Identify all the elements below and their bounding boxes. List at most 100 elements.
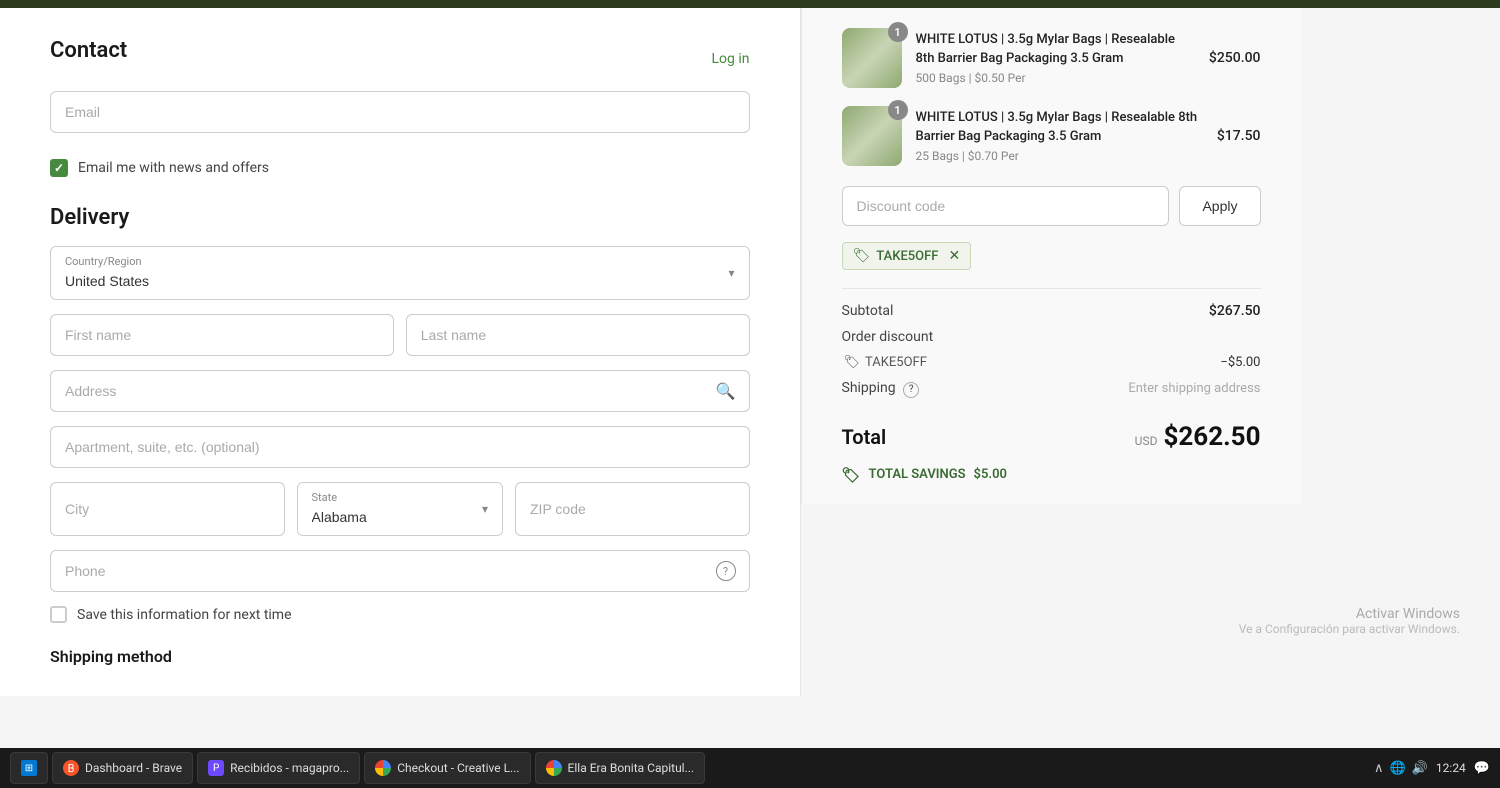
taskbar-item-ella[interactable]: Ella Era Bonita Capitul... — [535, 752, 706, 784]
discount-code-detail: TAKE5OFF — [865, 355, 927, 370]
total-value-wrapper: USD $262.50 — [1135, 422, 1261, 452]
first-name-input[interactable] — [50, 314, 394, 356]
name-row — [50, 314, 750, 356]
taskbar-notification-icon[interactable]: 💬 — [1474, 761, 1490, 776]
state-label: State — [312, 491, 338, 504]
savings-value: $5.00 — [974, 467, 1007, 482]
taskbar-item-recibidos[interactable]: P Recibidos - magapro... — [197, 752, 360, 784]
top-banner — [0, 0, 1500, 8]
last-name-input[interactable] — [406, 314, 750, 356]
discount-code-row: Apply — [842, 186, 1261, 226]
taskbar-arrow-icon[interactable]: ∧ — [1374, 761, 1384, 776]
activate-windows-notice: Activar Windows Ve a Configuración para … — [1239, 606, 1460, 636]
product-price-1: $250.00 — [1209, 50, 1261, 66]
product-info-1: WHITE LOTUS | 3.5g Mylar Bags | Resealab… — [916, 31, 1195, 84]
country-label: Country/Region — [65, 255, 142, 268]
taskbar-item-recibidos-label: Recibidos - magapro... — [230, 761, 349, 775]
product-price-2: $17.50 — [1217, 128, 1261, 144]
save-info-row: Save this information for next time — [50, 606, 750, 623]
taskbar-speaker-icon[interactable]: 🔊 — [1412, 761, 1428, 776]
product-badge-2: 1 — [888, 100, 908, 120]
product-info-2: WHITE LOTUS | 3.5g Mylar Bags | Resealab… — [916, 109, 1203, 162]
apply-discount-button[interactable]: Apply — [1179, 186, 1260, 226]
activate-windows-subtitle: Ve a Configuración para activar Windows. — [1239, 622, 1460, 636]
taskbar-item-dashboard-label: Dashboard - Brave — [85, 761, 182, 775]
discount-detail-icon: 🏷 — [844, 355, 861, 370]
discount-detail-value: −$5.00 — [1220, 355, 1260, 370]
main-content: Contact Log in Email me with news and of… — [0, 8, 1500, 696]
save-info-label: Save this information for next time — [77, 607, 292, 623]
shipping-method-section: Shipping method — [50, 647, 750, 666]
product-image-wrapper-1: 1 — [842, 28, 902, 88]
product-item-1: 1 WHITE LOTUS | 3.5g Mylar Bags | Reseal… — [842, 28, 1261, 88]
taskbar-item-dashboard[interactable]: B Dashboard - Brave — [52, 752, 193, 784]
discount-code-input[interactable] — [842, 186, 1170, 226]
phone-help-icon[interactable]: ? — [716, 561, 736, 581]
remove-discount-button[interactable]: ✕ — [948, 248, 960, 264]
email-newsletter-checkbox[interactable] — [50, 159, 68, 177]
left-panel: Contact Log in Email me with news and of… — [0, 8, 801, 696]
subtotal-label: Subtotal — [842, 303, 894, 319]
taskbar-left: ⊞ B Dashboard - Brave P Recibidos - maga… — [10, 752, 705, 784]
windows-start-icon: ⊞ — [21, 760, 37, 776]
chrome-checkout-icon — [375, 760, 391, 776]
active-discount-tag: 🏷 TAKE5OFF ✕ — [842, 242, 972, 270]
address-wrapper: 🔍 — [50, 370, 750, 412]
taskbar: ⊞ B Dashboard - Brave P Recibidos - maga… — [0, 748, 1500, 788]
log-in-link[interactable]: Log in — [712, 51, 750, 67]
order-discount-row: Order discount — [842, 329, 1261, 345]
taskbar-sys-icons: ∧ 🌐 🔊 — [1374, 761, 1428, 776]
taskbar-start-button[interactable]: ⊞ — [10, 752, 48, 784]
total-label: Total — [842, 425, 887, 449]
taskbar-network-icon[interactable]: 🌐 — [1390, 761, 1406, 776]
shipping-label: Shipping ? — [842, 380, 920, 398]
order-summary-totals: Subtotal $267.50 Order discount 🏷 TAKE5O… — [842, 288, 1261, 484]
taskbar-right: ∧ 🌐 🔊 12:24 💬 — [1374, 761, 1490, 776]
city-input[interactable] — [50, 482, 285, 536]
total-value: $262.50 — [1163, 422, 1260, 452]
zip-input[interactable] — [515, 482, 750, 536]
email-input[interactable] — [50, 91, 750, 133]
product-item-2: 1 WHITE LOTUS | 3.5g Mylar Bags | Reseal… — [842, 106, 1261, 166]
save-info-checkbox[interactable] — [50, 606, 67, 623]
subtotal-value: $267.50 — [1209, 303, 1261, 319]
email-newsletter-row: Email me with news and offers — [50, 159, 750, 177]
tag-icon: 🏷 — [853, 248, 871, 264]
country-select[interactable]: United States — [51, 247, 749, 299]
right-panel-wrapper: 1 WHITE LOTUS | 3.5g Mylar Bags | Reseal… — [801, 8, 1500, 696]
product-image-wrapper-2: 1 — [842, 106, 902, 166]
activate-windows-title: Activar Windows — [1239, 606, 1460, 622]
product-name-2: WHITE LOTUS | 3.5g Mylar Bags | Resealab… — [916, 109, 1203, 145]
discount-code-detail-row: 🏷 TAKE5OFF −$5.00 — [842, 355, 1261, 370]
address-input[interactable] — [50, 370, 750, 412]
order-summary-panel: 1 WHITE LOTUS | 3.5g Mylar Bags | Reseal… — [801, 8, 1301, 504]
chrome-ella-icon — [546, 760, 562, 776]
proton-icon: P — [208, 760, 224, 776]
total-row: Total USD $262.50 — [842, 412, 1261, 452]
shipping-method-title: Shipping method — [50, 647, 750, 666]
subtotal-row: Subtotal $267.50 — [842, 303, 1261, 319]
savings-icon: 🏷 — [842, 466, 861, 484]
shipping-row: Shipping ? Enter shipping address — [842, 380, 1261, 398]
taskbar-item-checkout[interactable]: Checkout - Creative L... — [364, 752, 530, 784]
taskbar-item-checkout-label: Checkout - Creative L... — [397, 761, 519, 775]
discount-tag-label: TAKE5OFF — [876, 249, 938, 264]
state-select-wrapper[interactable]: State Alabama ▾ — [297, 482, 504, 536]
savings-label: TOTAL SAVINGS — [869, 467, 966, 482]
country-select-wrapper[interactable]: Country/Region United States ▾ — [50, 246, 750, 300]
order-discount-label: Order discount — [842, 329, 934, 345]
phone-input[interactable] — [50, 550, 750, 592]
contact-section-header: Contact Log in — [50, 38, 750, 79]
savings-row: 🏷 TOTAL SAVINGS $5.00 — [842, 466, 1261, 484]
product-name-1: WHITE LOTUS | 3.5g Mylar Bags | Resealab… — [916, 31, 1195, 67]
delivery-title: Delivery — [50, 205, 750, 230]
taskbar-time: 12:24 — [1436, 761, 1466, 775]
email-newsletter-label: Email me with news and offers — [78, 160, 269, 176]
shipping-info-icon[interactable]: ? — [903, 382, 919, 398]
apt-input[interactable] — [50, 426, 750, 468]
phone-wrapper: ? — [50, 550, 750, 592]
total-currency: USD — [1135, 434, 1158, 448]
brave-icon: B — [63, 760, 79, 776]
product-badge-1: 1 — [888, 22, 908, 42]
delivery-section: Delivery Country/Region United States ▾ … — [50, 205, 750, 623]
